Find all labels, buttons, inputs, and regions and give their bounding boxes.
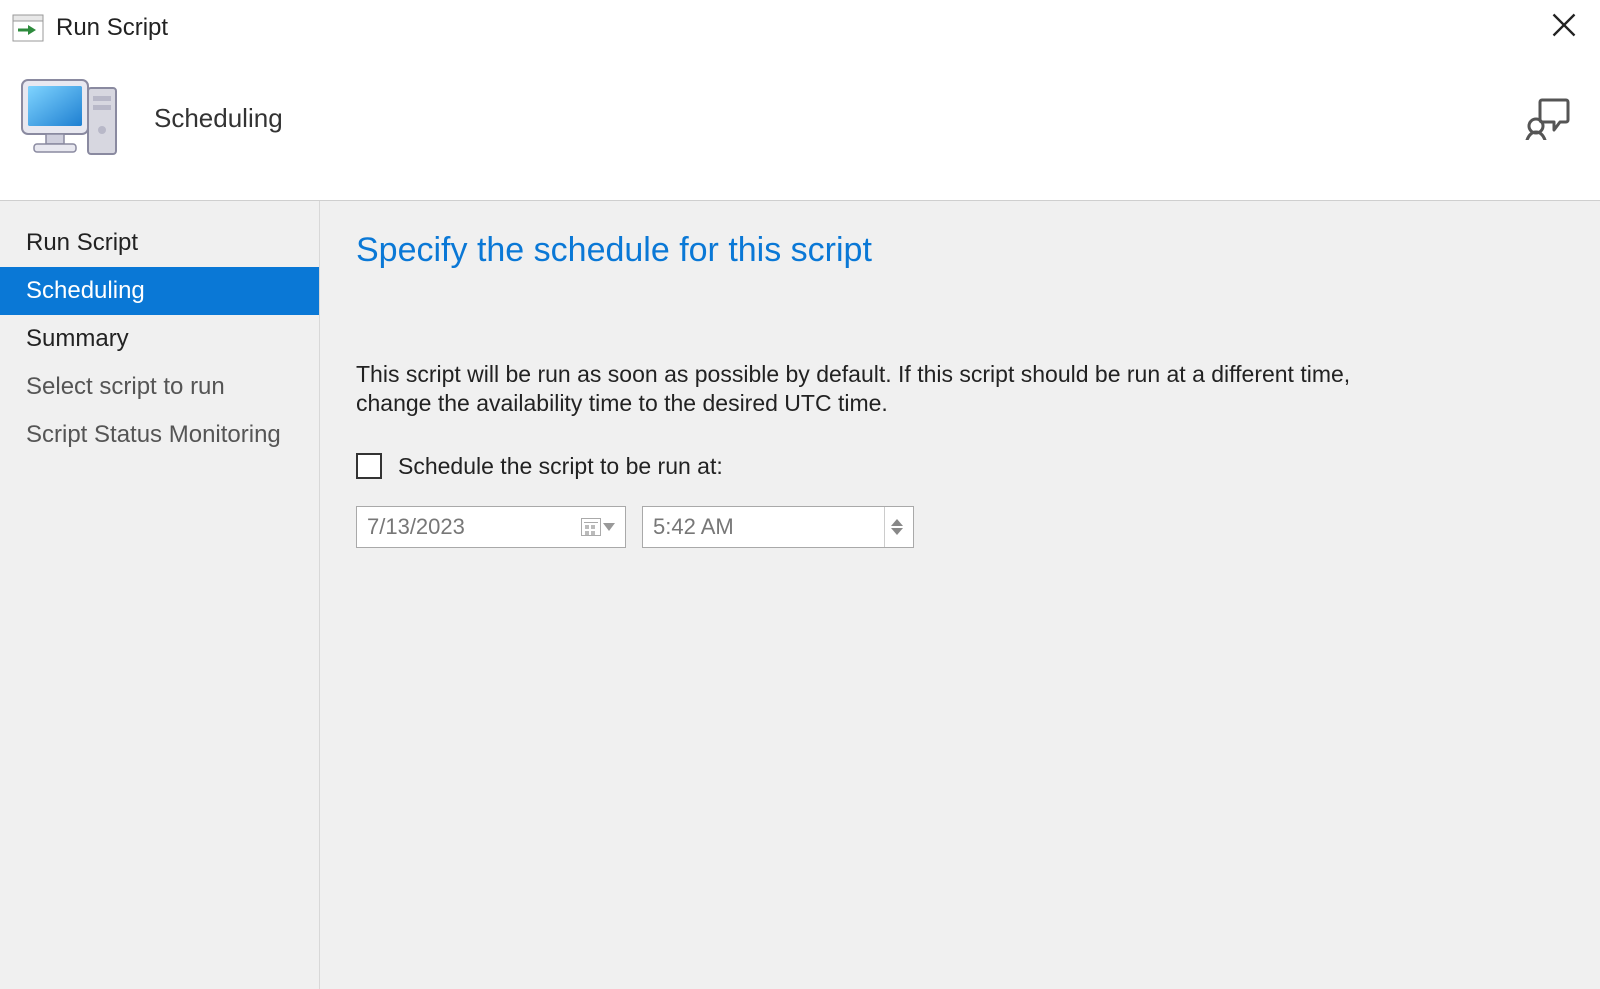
sidebar-item-scheduling[interactable]: Scheduling	[0, 267, 319, 315]
sidebar: Run Script Scheduling Summary Select scr…	[0, 201, 320, 989]
date-picker[interactable]: 7/13/2023	[356, 506, 626, 548]
feedback-icon[interactable]	[1524, 96, 1572, 140]
schedule-checkbox-row: Schedule the script to be run at:	[356, 453, 1564, 480]
calendar-icon	[581, 518, 601, 536]
schedule-checkbox[interactable]	[356, 453, 382, 479]
window-title: Run Script	[56, 14, 168, 42]
time-value: 5:42 AM	[653, 514, 734, 540]
computer-icon	[14, 70, 124, 166]
date-value: 7/13/2023	[367, 514, 465, 540]
chevron-down-icon	[603, 523, 615, 531]
titlebar: Run Script	[0, 0, 1600, 56]
calendar-dropdown-icon[interactable]	[581, 518, 615, 536]
main-heading: Specify the schedule for this script	[356, 231, 1564, 270]
sidebar-item-run-script[interactable]: Run Script	[0, 219, 319, 267]
spinner-up-icon[interactable]	[891, 519, 903, 526]
main-description: This script will be run as soon as possi…	[356, 360, 1396, 419]
page-title: Scheduling	[154, 103, 283, 134]
sidebar-item-label: Script Status Monitoring	[26, 421, 281, 448]
sidebar-item-status-monitoring[interactable]: Script Status Monitoring	[0, 411, 319, 459]
app-icon	[12, 14, 44, 42]
schedule-checkbox-label: Schedule the script to be run at:	[398, 453, 723, 480]
sidebar-item-select-script[interactable]: Select script to run	[0, 363, 319, 411]
sidebar-item-label: Scheduling	[26, 277, 145, 304]
titlebar-left: Run Script	[12, 14, 168, 42]
datetime-inputs: 7/13/2023 5:42 AM	[356, 506, 1564, 548]
sidebar-item-summary[interactable]: Summary	[0, 315, 319, 363]
header-left: Scheduling	[14, 70, 283, 166]
sidebar-item-label: Run Script	[26, 229, 138, 256]
header-band: Scheduling	[0, 56, 1600, 201]
sidebar-item-label: Select script to run	[26, 373, 225, 400]
time-spinner	[884, 507, 903, 547]
close-button[interactable]	[1540, 11, 1588, 45]
sidebar-item-label: Summary	[26, 325, 129, 352]
time-picker[interactable]: 5:42 AM	[642, 506, 914, 548]
body: Run Script Scheduling Summary Select scr…	[0, 201, 1600, 989]
spinner-down-icon[interactable]	[891, 528, 903, 535]
main-panel: Specify the schedule for this script Thi…	[320, 201, 1600, 989]
